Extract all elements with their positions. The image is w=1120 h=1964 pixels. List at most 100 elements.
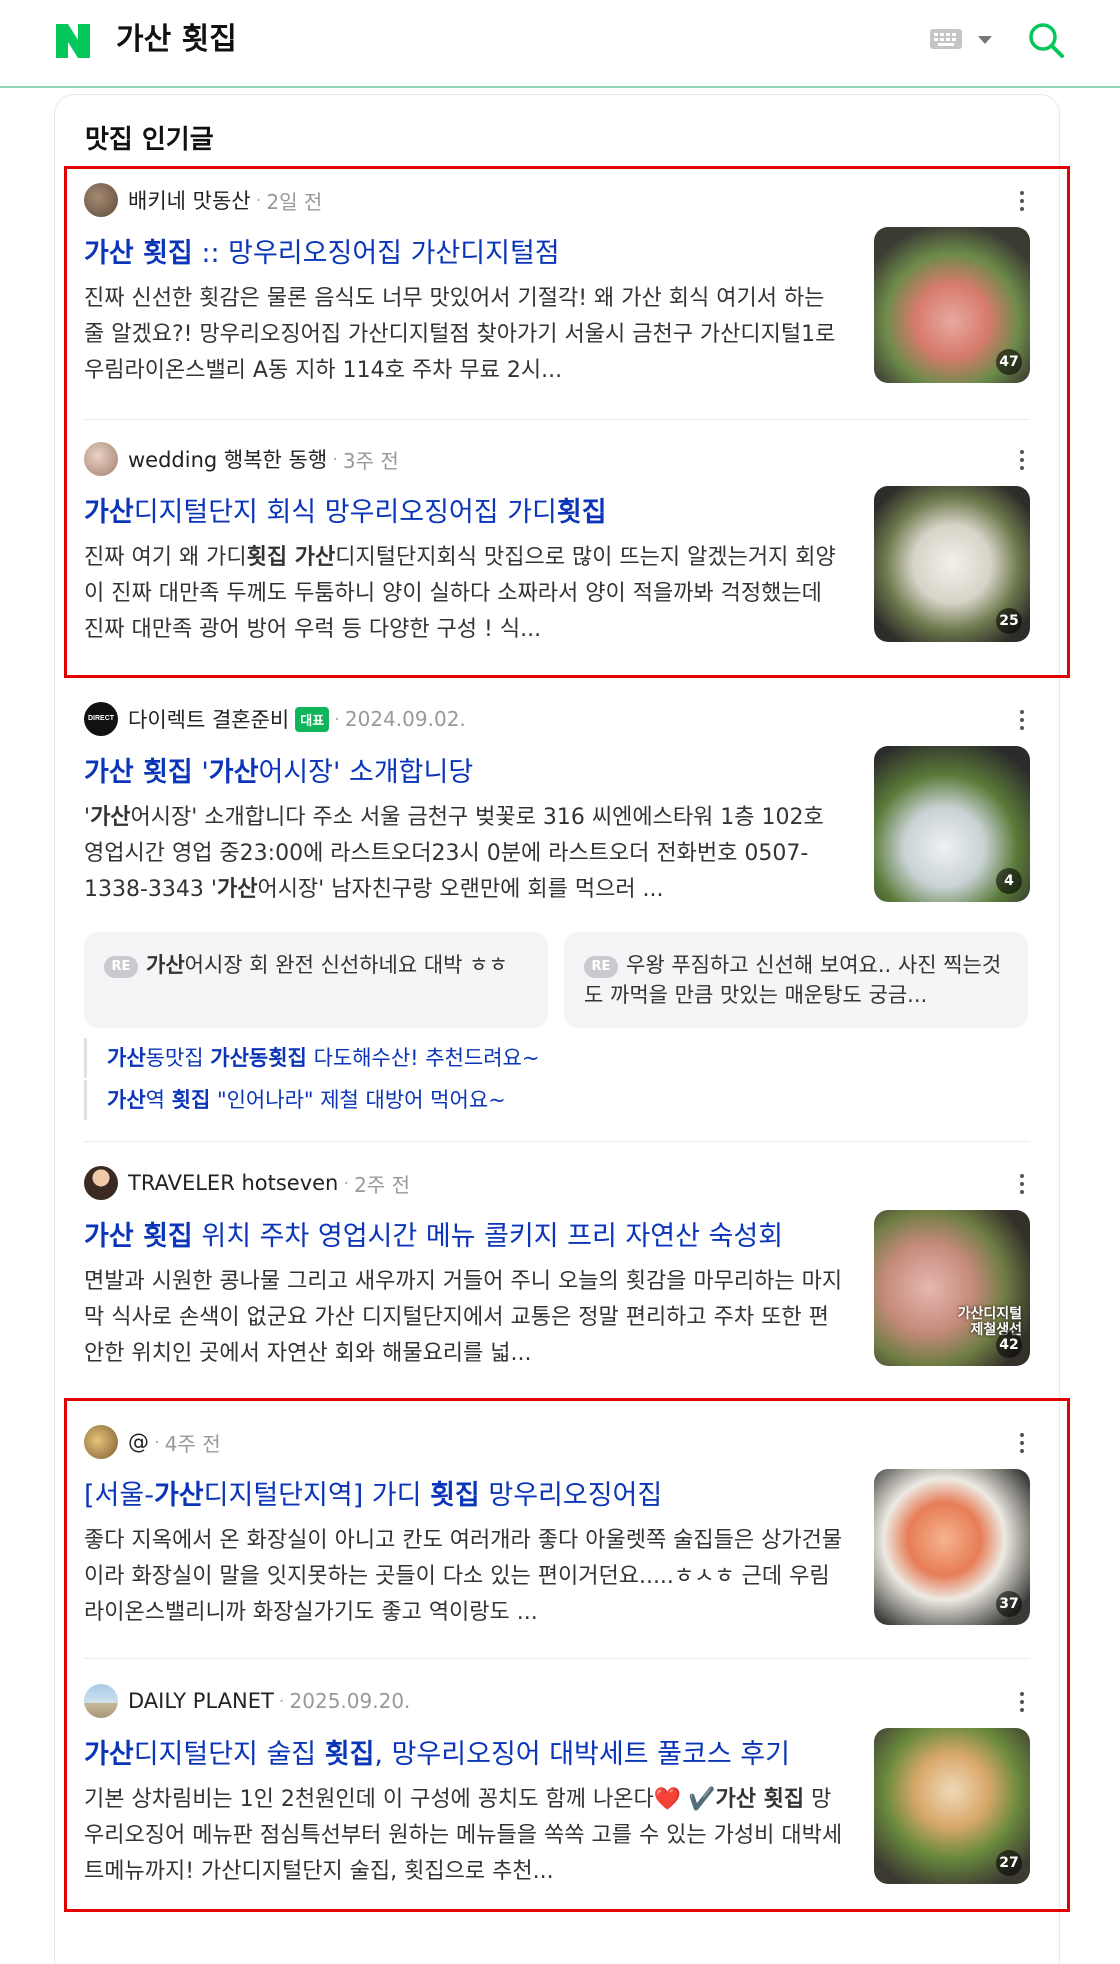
title-text: 디지털단지 회식 망우리오징어집 가디 [133,497,557,528]
author-name[interactable]: DAILY PLANET [128,1689,274,1713]
more-options-icon[interactable] [1014,710,1030,732]
title-highlight: 가산 횟집 [84,238,193,269]
heart-check-emoji-icon: ❤️ ✔️ [653,1787,716,1812]
desc-text: 어시장' 남자친구랑 오랜만에 회를 먹으러 ... [257,877,664,902]
title-text: 디지털단지 술집 [133,1739,325,1770]
divider [84,1141,1030,1142]
post-item: DIRECT 다이렉트 결혼준비 대표 · 2024.09.02. 가산 횟집 … [84,700,1030,910]
separator-dot: · [278,1690,285,1712]
more-options-icon[interactable] [1014,1174,1030,1196]
title-text: ' [192,757,209,788]
post-item: @ · 4주 전 [서울-가산디지털단지역] 가디 횟집 망우리오징어집 좋다 … [84,1423,1030,1633]
keyboard-icon[interactable] [930,29,962,49]
title-highlight: 횟집 [430,1480,480,1511]
post-date: 2주 전 [354,1172,410,1197]
post-thumbnail[interactable]: 가산디지털 제철생선 42 [874,1210,1030,1366]
post-thumbnail[interactable]: 25 [874,486,1030,642]
reply-snippet[interactable]: RE 우왕 푸짐하고 신선해 보여요.. 사진 찍는것도 까먹을 만큼 맛있는 매… [564,932,1028,1028]
avatar[interactable] [84,1425,118,1459]
post-description[interactable]: '가산어시장' 소개합니다 주소 서울 금천구 벚꽃로 316 씨엔에스타워 1… [84,800,844,908]
post-title-link[interactable]: 가산디지털단지 회식 망우리오징어집 가디횟집 [84,490,844,529]
image-count-badge: 37 [996,1591,1022,1617]
post-item: TRAVELER hotseven · 2주 전 가산 횟집 위치 주차 영업시… [84,1164,1030,1374]
representative-badge: 대표 [295,706,330,732]
avatar[interactable] [84,183,118,217]
title-text: 디지털단지역] 가디 [203,1480,431,1511]
post-description[interactable]: 진짜 여기 왜 가디횟집 가산디지털단지회식 맛집으로 많이 뜨는지 알겠는거지… [84,540,844,648]
reply-text: 어시장 회 완전 신선하네요 대박 ㅎㅎ [184,953,508,977]
post-thumbnail[interactable]: 47 [874,227,1030,383]
post-date: 4주 전 [164,1431,221,1456]
reply-snippet[interactable]: RE 가산어시장 회 완전 신선하네요 대박 ㅎㅎ [84,932,548,1028]
post-date: 2025.09.20. [289,1689,411,1713]
author-name[interactable]: 배키네 맛동산 [128,185,251,215]
title-highlight: 가산 횟집 [84,1221,193,1252]
post-description[interactable]: 면발과 시원한 콩나물 그리고 새우까지 거들어 주니 오늘의 횟감을 마무리하… [84,1264,844,1372]
chevron-down-icon[interactable] [978,36,992,44]
desc-highlight: 가산 [216,877,258,902]
image-count-badge: 25 [996,608,1022,634]
image-count-badge: 4 [996,868,1022,894]
title-text: 위치 주차 영업시간 메뉴 콜키지 프리 자연산 숙성회 [192,1221,784,1252]
title-highlight: 가산 [84,497,134,528]
post-date: 2024.09.02. [344,707,466,731]
related-text: 동맛집 [145,1046,211,1070]
naver-logo-icon[interactable] [54,22,92,60]
search-query[interactable]: 가산 횟집 [116,18,237,62]
post-title-link[interactable]: [서울-가산디지털단지역] 가디 횟집 망우리오징어집 [84,1473,844,1512]
search-icon[interactable] [1026,20,1066,60]
author-name[interactable]: TRAVELER hotseven [128,1171,338,1195]
related-highlight: 가산 [107,1088,146,1112]
post-title-link[interactable]: 가산 횟집 :: 망우리오징어집 가산디지털점 [84,231,844,270]
separator-dot: · [154,1431,160,1453]
more-options-icon[interactable] [1014,1433,1030,1455]
image-count-badge: 42 [996,1332,1022,1358]
author-name[interactable]: wedding 행복한 동행 [128,444,327,474]
title-text: 어시장' 소개합니당 [258,757,474,788]
reply-label: RE [584,956,618,978]
post-title-link[interactable]: 가산디지털단지 술집 횟집, 망우리오징어 대박세트 풀코스 후기 [84,1732,844,1771]
post-title-link[interactable]: 가산 횟집 '가산어시장' 소개합니당 [84,750,844,789]
author-name[interactable]: 다이렉트 결혼준비 [128,704,289,734]
title-highlight: 가산 [208,757,259,788]
desc-highlight: 가산 [90,805,131,830]
reply-label: RE [104,956,138,978]
title-text: :: 망우리오징어집 가산디지털점 [192,238,560,269]
more-options-icon[interactable] [1014,191,1030,213]
related-text: 다도해수산! 추천드려요~ [306,1046,540,1070]
title-highlight: 가산 [153,1480,204,1511]
reply-highlight: 가산 [146,953,185,977]
post-description[interactable]: 좋다 지옥에서 온 화장실이 아니고 칸도 여러개라 좋다 아울렛쪽 술집들은 … [84,1523,844,1631]
post-date: 2일 전 [266,189,323,214]
avatar[interactable] [84,1684,118,1718]
post-thumbnail[interactable]: 4 [874,746,1030,902]
post-item: wedding 행복한 동행 · 3주 전 가산디지털단지 회식 망우리오징어집… [84,440,1030,650]
avatar[interactable] [84,1166,118,1200]
title-highlight: 가산 [84,1739,134,1770]
post-thumbnail[interactable]: 37 [874,1469,1030,1625]
divider [84,1658,1030,1659]
post-description[interactable]: 진짜 신선한 횟감은 물론 음식도 너무 맛있어서 기절각! 왜 가산 회식 여… [84,281,844,389]
post-date: 3주 전 [342,448,399,473]
post-title-link[interactable]: 가산 횟집 위치 주차 영업시간 메뉴 콜키지 프리 자연산 숙성회 [84,1214,844,1253]
separator-dot: · [255,189,262,211]
post-thumbnail[interactable]: 27 [874,1728,1030,1884]
title-text: , 망우리오징어 대박세트 풀코스 후기 [374,1739,790,1770]
title-highlight: 가산 횟집 [84,757,193,788]
section-title: 맛집 인기글 [85,125,214,155]
title-text: 망우리오징어집 [479,1480,663,1511]
related-text: 역 [145,1088,172,1112]
related-highlight: 횟집 [171,1088,211,1112]
desc-highlight: 횟집 가산 [246,545,336,570]
related-post-link[interactable]: 가산역 횟집 "인어나라" 제철 대방어 먹어요~ [84,1080,784,1120]
more-options-icon[interactable] [1014,450,1030,472]
related-post-link[interactable]: 가산동맛집 가산동횟집 다도해수산! 추천드려요~ [84,1038,784,1078]
avatar[interactable]: DIRECT [84,702,118,736]
author-name[interactable]: @ [128,1430,149,1454]
desc-text: 기본 상차림비는 1인 2천원인데 이 구성에 꽁치도 함께 나온다 [84,1787,654,1812]
image-count-badge: 27 [996,1850,1022,1876]
avatar[interactable] [84,442,118,476]
separator-dot: · [334,708,340,730]
more-options-icon[interactable] [1014,1692,1030,1714]
post-description[interactable]: 기본 상차림비는 1인 2천원인데 이 구성에 꽁치도 함께 나온다❤️ ✔️가… [84,1782,844,1890]
